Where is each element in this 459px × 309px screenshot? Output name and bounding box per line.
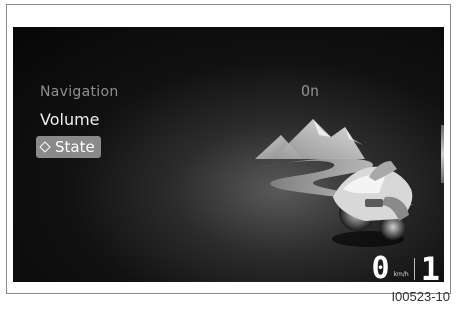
menu-item-label: Navigation xyxy=(40,84,119,100)
figure-id: I00523-10 xyxy=(391,289,450,304)
menu-item-label: Volume xyxy=(40,110,100,129)
gear-indicator: 1 xyxy=(420,250,440,282)
menu-item-label: State xyxy=(55,138,95,156)
speed-gear-display: 0 km/h 1 xyxy=(364,250,444,283)
menu-item-volume[interactable]: Volume xyxy=(40,110,100,129)
menu-item-state[interactable]: State xyxy=(36,136,101,158)
dashboard-screen: Navigation Volume State On 0 km/h 1 xyxy=(13,27,444,282)
setting-value: On xyxy=(301,82,320,100)
divider xyxy=(413,258,415,280)
menu-item-navigation[interactable]: Navigation xyxy=(40,84,119,100)
scroll-indicator xyxy=(441,125,444,183)
speed-unit: km/h xyxy=(393,271,409,278)
selection-diamond-icon xyxy=(39,141,51,153)
speed-value: 0 xyxy=(371,251,390,283)
